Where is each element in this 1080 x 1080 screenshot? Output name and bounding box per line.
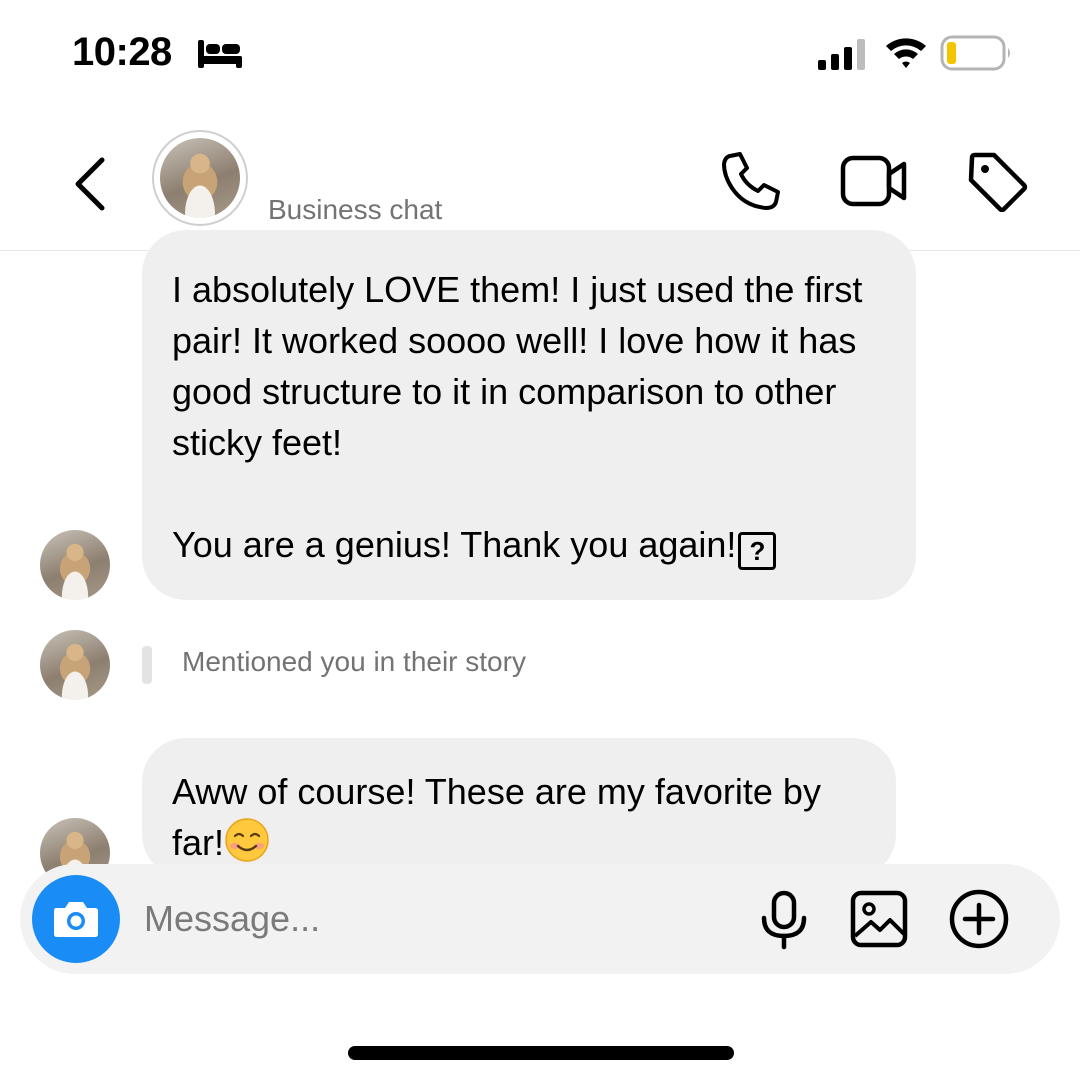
message-bubble[interactable]: Aww of course! These are my favorite by … <box>142 738 896 878</box>
message-text: You are a genius! Thank you again! <box>172 524 737 565</box>
tag-icon[interactable] <box>966 150 1028 212</box>
home-indicator[interactable] <box>348 1046 734 1060</box>
plus-circle-icon[interactable] <box>948 888 1010 950</box>
message-input[interactable] <box>142 888 726 950</box>
battery-icon <box>940 35 1010 71</box>
image-icon[interactable] <box>850 890 908 948</box>
message-text: I absolutely LOVE them! I just used the … <box>172 269 863 463</box>
story-mention-note: Mentioned you in their story <box>182 646 526 677</box>
camera-button[interactable] <box>32 875 120 963</box>
smiling-face-icon <box>225 818 269 862</box>
bed-icon <box>198 40 242 68</box>
sender-avatar[interactable] <box>40 630 110 700</box>
video-camera-icon[interactable] <box>840 152 908 210</box>
header-subtitle: Business chat <box>268 194 443 225</box>
story-reply-bar <box>142 646 152 684</box>
message-composer <box>20 864 1060 974</box>
message-bubble[interactable]: I absolutely LOVE them! I just used the … <box>142 230 916 600</box>
camera-icon <box>54 902 98 937</box>
sender-avatar[interactable] <box>40 530 110 600</box>
wifi-icon <box>886 38 926 68</box>
microphone-icon[interactable] <box>758 890 810 950</box>
header-avatar[interactable] <box>152 130 248 226</box>
avatar <box>160 138 240 218</box>
signal-icon <box>818 39 865 70</box>
back-chevron-icon[interactable] <box>70 154 114 214</box>
unsupported-emoji-icon: ? <box>738 532 777 570</box>
phone-icon[interactable] <box>720 150 782 212</box>
status-time: 10:28 <box>72 30 172 74</box>
